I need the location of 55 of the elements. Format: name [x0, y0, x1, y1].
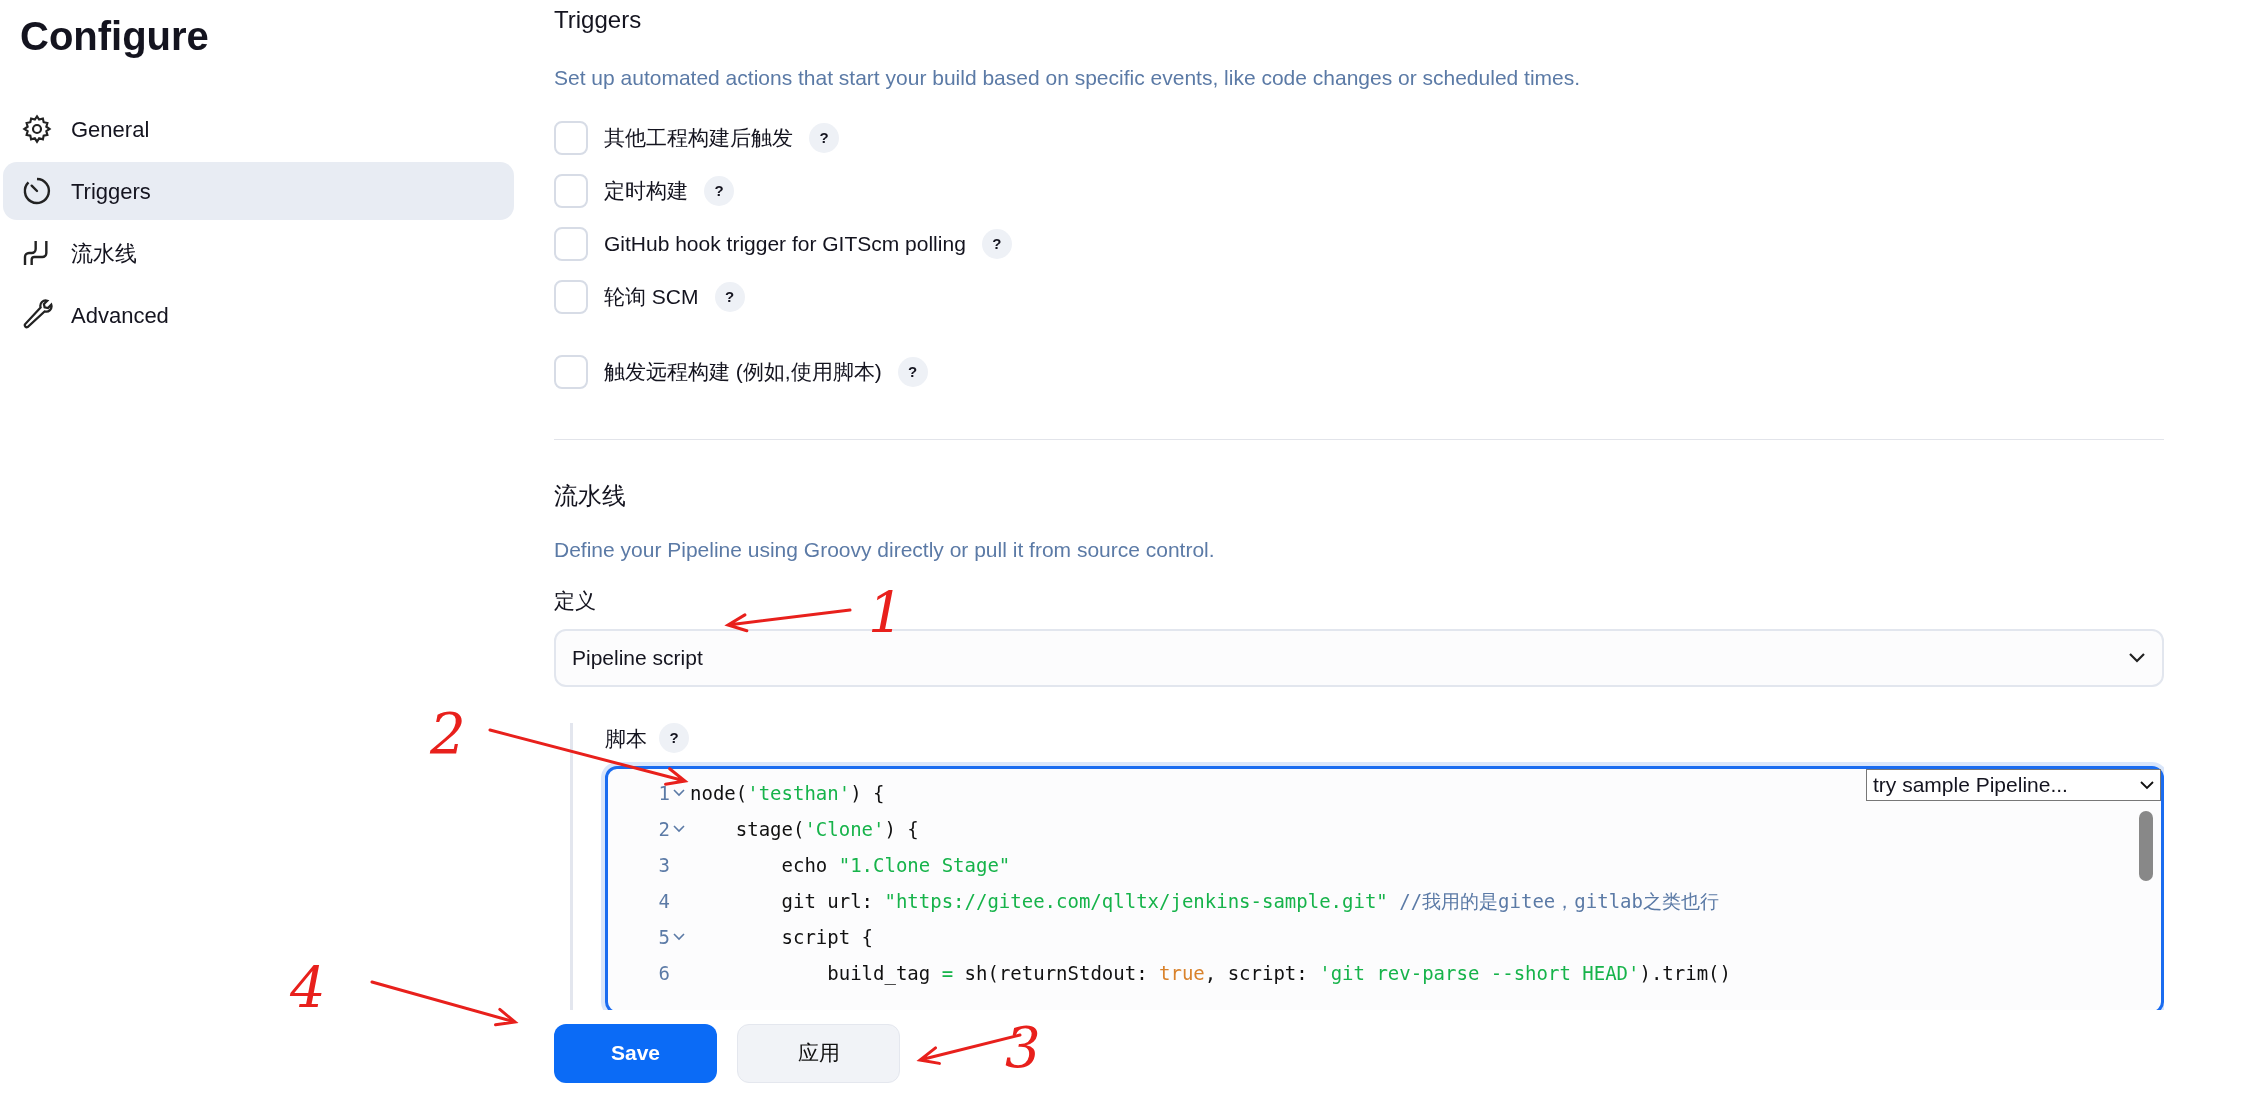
chevron-down-icon — [2140, 780, 2154, 790]
field-label: 定义 — [554, 588, 596, 614]
code-line: stage('Clone') { — [734, 816, 919, 842]
help-button[interactable]: ? — [809, 123, 839, 153]
gear-icon — [21, 113, 53, 145]
section-heading: Triggers — [554, 5, 643, 35]
sidebar-item[interactable]: General — [3, 100, 514, 158]
fold-icon[interactable] — [672, 788, 686, 798]
sample-select[interactable]: try sample Pipeline... — [1866, 769, 2161, 801]
line-number: 3 — [658, 852, 670, 878]
line-number: 5 — [658, 924, 670, 950]
line-number: 2 — [658, 816, 670, 842]
help-button[interactable]: ? — [659, 723, 689, 754]
save-button[interactable]: Save — [554, 1023, 717, 1083]
select-value: Pipeline script — [572, 644, 703, 671]
scrollbar-thumb[interactable] — [2139, 811, 2153, 881]
help-button[interactable]: ? — [714, 282, 745, 312]
checkbox-label[interactable]: 其他工程构建后触发 — [604, 122, 793, 154]
code-line: echo "1.Clone Stage" — [780, 852, 1011, 878]
annotation-number: 4 — [290, 960, 326, 1016]
code-line: git url: "https://gitee.com/qlltx/jenkins-sample.git" //我用的是gitee，gitlab之类也行 — [780, 888, 1719, 914]
page-title: Configure — [19, 13, 210, 60]
line-number: 1 — [658, 780, 670, 806]
checkbox[interactable] — [554, 174, 588, 208]
fold-icon[interactable] — [672, 932, 686, 942]
checkbox[interactable] — [554, 121, 588, 155]
sidebar-item[interactable]: Advanced — [3, 286, 514, 344]
checkbox-label[interactable]: 定时构建 — [604, 175, 688, 207]
section-heading: 流水线 — [554, 480, 627, 511]
checkbox-label[interactable]: 轮询 SCM — [604, 281, 699, 313]
section-description: Define your Pipeline using Groovy directly or pull it from source control. — [554, 536, 1216, 563]
line-number: 6 — [658, 960, 670, 986]
line-number: 4 — [658, 888, 670, 914]
section-description: Set up automated actions that start your build based on specific events, like code changes or scheduled times. — [554, 65, 1582, 91]
sidebar-item[interactable]: Triggers — [3, 162, 514, 220]
annotation-number: 2 — [430, 706, 466, 762]
wrench-icon — [21, 299, 53, 331]
checkbox-label[interactable]: GitHub hook trigger for GITScm polling — [604, 228, 966, 260]
apply-button[interactable]: 应用 — [737, 1023, 900, 1083]
help-button[interactable]: ? — [981, 229, 1012, 259]
checkbox[interactable] — [554, 280, 588, 314]
help-button[interactable]: ? — [704, 176, 734, 206]
code-line: script { — [780, 924, 874, 950]
checkbox-label[interactable]: 触发远程构建 (例如,使用脚本) — [604, 356, 882, 388]
field-label: 脚本 — [605, 725, 647, 752]
fold-icon[interactable] — [672, 824, 686, 834]
annotation-number: 3 — [1005, 1020, 1041, 1076]
chevron-down-icon — [2128, 651, 2146, 664]
checkbox[interactable] — [554, 227, 588, 261]
checkbox[interactable] — [554, 355, 588, 389]
code-line: build_tag = sh(returnStdout: true, script: 'git rev-parse --short HEAD').trim() — [826, 960, 1731, 987]
timer-icon — [21, 175, 53, 207]
code-line: node('testhan') { — [690, 780, 885, 806]
sidebar-item[interactable]: 流水线 — [3, 224, 514, 282]
help-button[interactable]: ? — [897, 357, 928, 387]
